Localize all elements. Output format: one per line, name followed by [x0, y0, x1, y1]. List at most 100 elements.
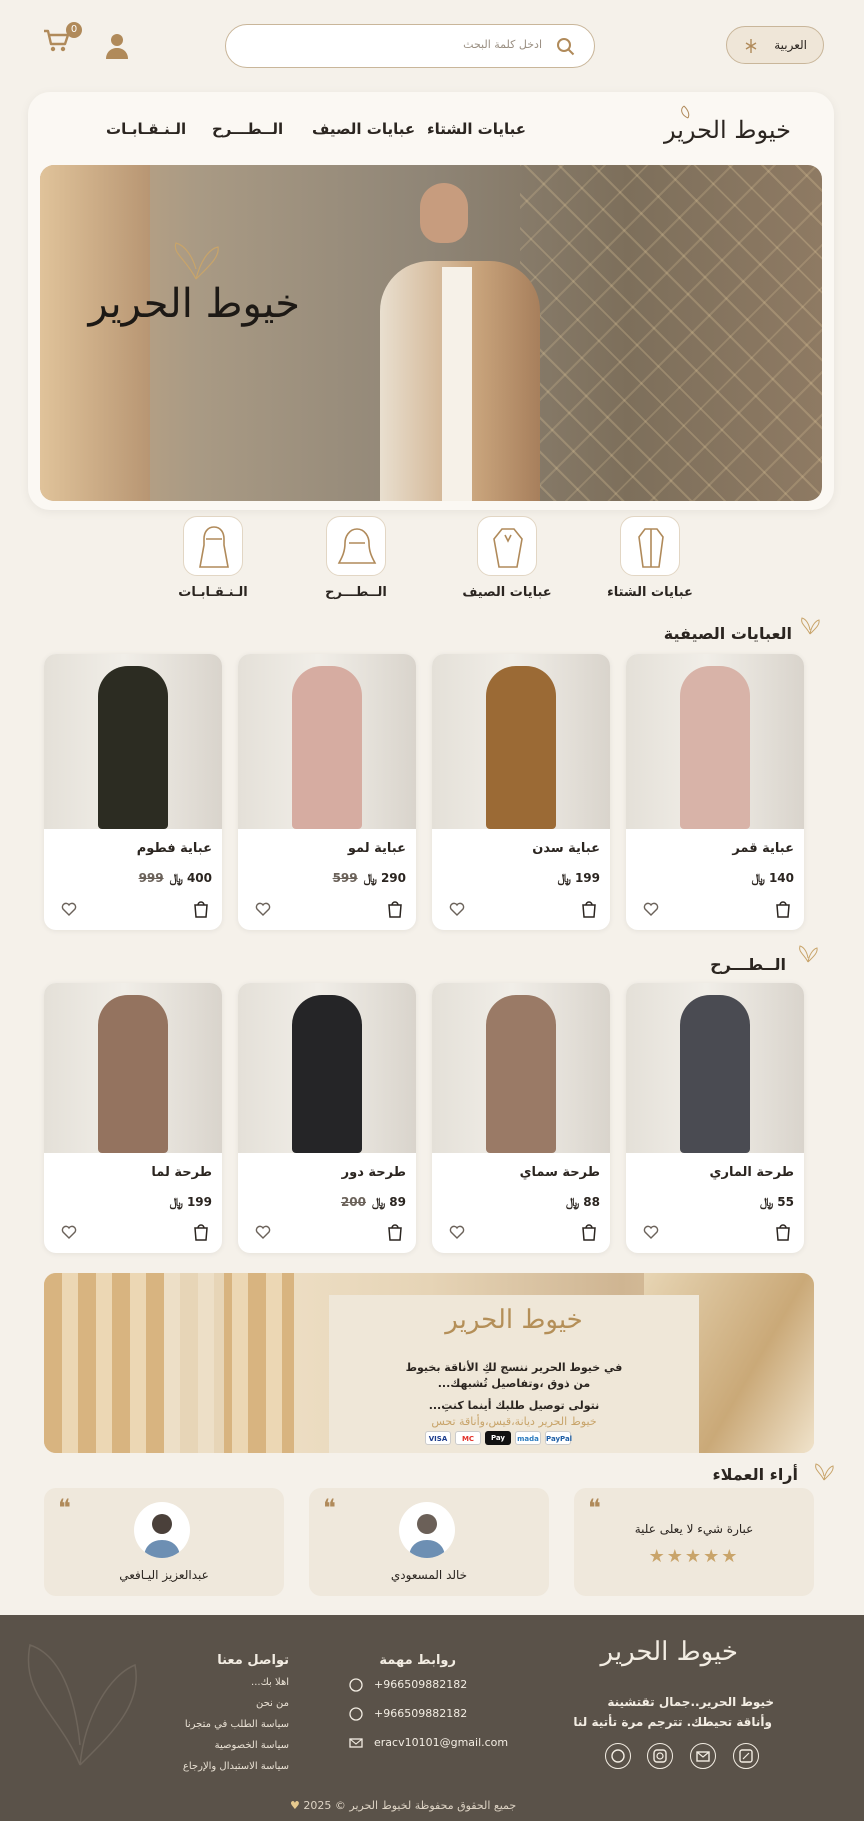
banner-window [164, 1273, 224, 1453]
product-name[interactable]: طرحة دور [342, 1165, 406, 1180]
category-scarves[interactable] [326, 516, 386, 576]
language-switch[interactable]: العربية [726, 26, 824, 64]
nav-winter-abayas[interactable]: عبايات الشتاء [427, 120, 526, 138]
category-summer-label: عبايات الصيف [462, 585, 552, 600]
add-to-bag-icon[interactable] [774, 899, 792, 919]
favorite-heart-icon[interactable] [254, 1223, 272, 1241]
product-name[interactable]: عباية قمر [732, 841, 794, 856]
footer-link-returns[interactable]: سياسة الاستبدال والإرجاع [183, 1761, 289, 1772]
account-button[interactable] [104, 32, 130, 60]
product-name[interactable]: طرحة سماي [520, 1165, 600, 1180]
product-image[interactable] [432, 654, 610, 829]
promo-banner: خيوط الحرير في خيوط الحرير ننسج لكِ الأن… [44, 1273, 814, 1453]
category-niqabs[interactable] [183, 516, 243, 576]
reviewer-name: عبدالعزيز اليـافعي [119, 1568, 209, 1582]
currency-symbol: ﷼ [566, 1195, 580, 1209]
product-name[interactable]: عباية لمو [348, 841, 406, 856]
instagram-button[interactable] [647, 1743, 673, 1769]
hero-image: خيوط الحرير [40, 165, 822, 501]
copyright: جميع الحقوق محفوظة لخيوط الحرير © 2025 ♥ [290, 1799, 516, 1812]
product-price: 290﷼ 599 [333, 871, 406, 886]
top-bar: 0 ادخل كلمة البحث العربية [0, 0, 864, 92]
whatsapp-icon [349, 1678, 363, 1692]
favorite-heart-icon[interactable] [448, 1223, 466, 1241]
product-image[interactable] [44, 983, 222, 1153]
old-price: 200 [340, 1195, 366, 1209]
old-price: 999 [138, 871, 164, 885]
reviewer-name: خالد المسعودي [390, 1568, 468, 1582]
banner-line-2: من ذوق ،وتفاصيل تُشبهك... [437, 1377, 591, 1390]
whatsapp-button[interactable] [605, 1743, 631, 1769]
email-button[interactable] [690, 1743, 716, 1769]
product-image[interactable] [432, 983, 610, 1153]
favorite-heart-icon[interactable] [60, 900, 78, 918]
nav-niqabs[interactable]: الـنـقـابـات [106, 120, 186, 138]
quote-icon: ❝ [323, 1494, 336, 1522]
contact-phone-2[interactable]: +966509882182 [348, 1706, 467, 1726]
apple-pay-icon: Pay [485, 1431, 511, 1445]
product-name[interactable]: عباية فطوم [137, 841, 212, 856]
favorite-heart-icon[interactable] [642, 900, 660, 918]
butterfly-icon [815, 1463, 834, 1481]
brand-logo[interactable]: خيوط الحرير [664, 102, 791, 152]
favorite-heart-icon[interactable] [60, 1223, 78, 1241]
flag-icon [745, 39, 757, 53]
add-to-bag-icon[interactable] [580, 899, 598, 919]
quote-icon: ❝ [58, 1494, 71, 1522]
quote-icon: ❝ [588, 1494, 601, 1522]
product-figure [98, 995, 168, 1153]
product-card[interactable]: عباية قمر 140﷼ [626, 654, 804, 930]
price-value: 199 [186, 1195, 212, 1209]
product-card[interactable]: عباية لمو 290﷼ 599 [238, 654, 416, 930]
product-image[interactable] [626, 654, 804, 829]
product-price: 88﷼ [566, 1195, 600, 1210]
add-to-bag-icon[interactable] [580, 1222, 598, 1242]
nav-summer-abayas[interactable]: عبايات الصيف [312, 120, 415, 138]
product-card[interactable]: طرحة سماي 88﷼ [432, 983, 610, 1253]
banner-line-1: في خيوط الحرير ننسج لكِ الأناقة بخيوط [405, 1361, 623, 1374]
product-card[interactable]: عباية سدن 199﷼ [432, 654, 610, 930]
footer-link-about[interactable]: من نحن [256, 1698, 289, 1709]
currency-symbol: ﷼ [760, 1195, 774, 1209]
product-image[interactable] [626, 983, 804, 1153]
category-winter-abayas[interactable] [620, 516, 680, 576]
product-name[interactable]: عباية سدن [532, 841, 600, 856]
product-name[interactable]: طرحة الماري [710, 1165, 794, 1180]
add-to-bag-icon[interactable] [386, 1222, 404, 1242]
visa-icon: VISA [425, 1431, 451, 1445]
search-icon[interactable] [556, 37, 576, 57]
search-placeholder: ادخل كلمة البحث [463, 38, 542, 51]
product-image[interactable] [238, 983, 416, 1153]
currency-symbol: ﷼ [751, 871, 765, 885]
edit-button[interactable] [733, 1743, 759, 1769]
add-to-bag-icon[interactable] [192, 899, 210, 919]
winter-abaya-icon [638, 528, 664, 568]
product-card[interactable]: طرحة الماري 55﷼ [626, 983, 804, 1253]
nav-scarves[interactable]: الــطـــرح [212, 120, 283, 138]
add-to-bag-icon[interactable] [386, 899, 404, 919]
product-image[interactable] [44, 654, 222, 829]
add-to-bag-icon[interactable] [192, 1222, 210, 1242]
scarf-icon [337, 528, 377, 564]
add-to-bag-icon[interactable] [774, 1222, 792, 1242]
product-card[interactable]: طرحة دور 89﷼ 200 [238, 983, 416, 1253]
product-card[interactable]: طرحة لما 199﷼ [44, 983, 222, 1253]
footer-butterfly-decor-icon [27, 1644, 137, 1766]
product-image[interactable] [238, 654, 416, 829]
footer-link-privacy[interactable]: سياسة الخصوصية [215, 1740, 289, 1751]
product-price: 89﷼ 200 [341, 1195, 406, 1210]
contact-email[interactable]: eracv10101@gmail.com [348, 1735, 508, 1755]
footer-link-welcome[interactable]: اهلا بك... [251, 1677, 289, 1688]
category-summer-abayas[interactable] [477, 516, 537, 576]
cart-button[interactable]: 0 [42, 22, 82, 60]
favorite-heart-icon[interactable] [254, 900, 272, 918]
product-name[interactable]: طرحة لما [151, 1165, 212, 1180]
product-card[interactable]: عباية فطوم 400﷼ 999 [44, 654, 222, 930]
footer-link-order-policy[interactable]: سياسة الطلب في متجرنا [185, 1719, 289, 1730]
old-price: 599 [332, 871, 358, 885]
favorite-heart-icon[interactable] [642, 1223, 660, 1241]
favorite-heart-icon[interactable] [448, 900, 466, 918]
search-input[interactable]: ادخل كلمة البحث [225, 24, 595, 68]
contact-phone-1[interactable]: +966509882182 [348, 1677, 467, 1697]
price-value: 140 [768, 871, 794, 885]
